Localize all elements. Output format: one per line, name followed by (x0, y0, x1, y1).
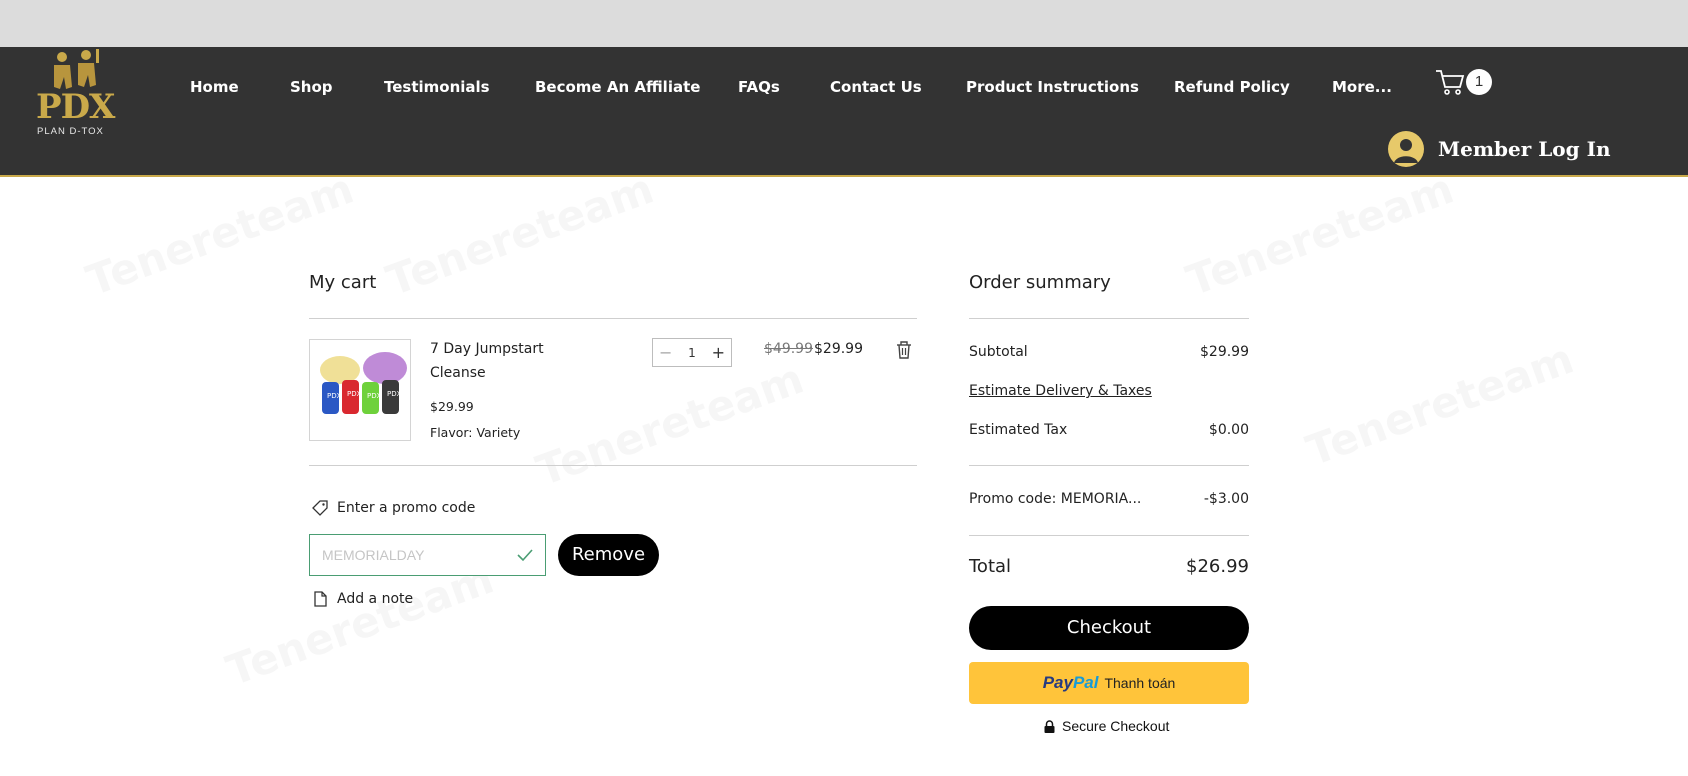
watermark: Tenereteam (1300, 334, 1580, 476)
quantity-value[interactable]: 1 (688, 346, 696, 360)
watermark: Tenereteam (380, 164, 660, 306)
svg-text:PDX: PDX (347, 390, 362, 398)
svg-text:PDX: PDX (327, 392, 342, 400)
svg-text:PDX: PDX (367, 392, 382, 400)
logo-text: PDX (36, 87, 115, 127)
add-note-link[interactable]: Add a note (337, 591, 413, 607)
applied-promo-label: Promo code: MEMORIA... (969, 491, 1142, 507)
paypal-label: Thanh toán (1104, 675, 1176, 691)
estimate-delivery-link[interactable]: Estimate Delivery & Taxes (969, 383, 1152, 399)
original-price: $49.99 (764, 341, 813, 357)
checkout-button[interactable]: Checkout (969, 606, 1249, 650)
nav-faqs[interactable]: FAQs (738, 78, 780, 96)
subtotal-label: Subtotal (969, 344, 1028, 360)
cart-title: My cart (309, 272, 377, 293)
nav-more[interactable]: More... (1332, 78, 1392, 96)
member-login[interactable]: Member Log In (1388, 131, 1610, 167)
plus-icon[interactable]: + (712, 343, 725, 362)
watermark: Tenereteam (1180, 164, 1460, 306)
site-header: PDX PLAN D-TOX Home Shop Testimonials Be… (0, 47, 1688, 177)
product-name-line1[interactable]: 7 Day Jumpstart (430, 341, 544, 357)
member-login-label: Member Log In (1438, 137, 1611, 161)
nav-contact-us[interactable]: Contact Us (830, 78, 922, 96)
estimated-tax-label: Estimated Tax (969, 422, 1068, 438)
nav-become-affiliate[interactable]: Become An Affiliate (535, 78, 700, 96)
avatar-icon (1388, 131, 1424, 167)
sale-price: $29.99 (814, 341, 863, 357)
total-value: $26.99 (1186, 556, 1249, 577)
paypal-button[interactable]: PayPal Thanh toán (969, 662, 1249, 704)
svg-text:PDX: PDX (387, 390, 402, 398)
product-option: Flavor: Variety (430, 425, 521, 440)
promo-code-value: MEMORIALDAY (322, 547, 425, 563)
nav-home[interactable]: Home (190, 78, 239, 96)
divider (309, 318, 917, 319)
logo-subtitle: PLAN D-TOX (37, 126, 104, 137)
subtotal-value: $29.99 (1200, 344, 1249, 360)
product-unit-price: $29.99 (430, 399, 474, 414)
note-icon[interactable] (314, 591, 327, 607)
nav-refund-policy[interactable]: Refund Policy (1174, 78, 1290, 96)
nav-shop[interactable]: Shop (290, 78, 333, 96)
cart-icon[interactable] (1435, 68, 1465, 96)
product-image[interactable]: PDX PDX PDX PDX (309, 339, 411, 441)
estimated-tax-value: $0.00 (1208, 422, 1249, 438)
promo-code-input[interactable]: MEMORIALDAY (309, 534, 546, 576)
divider (969, 318, 1249, 319)
remove-promo-button[interactable]: Remove (558, 534, 659, 576)
trash-icon[interactable] (895, 340, 913, 360)
order-summary-title: Order summary (969, 272, 1111, 293)
divider (309, 465, 917, 466)
watermark: Tenereteam (530, 354, 810, 496)
lock-icon (1044, 719, 1055, 733)
minus-icon[interactable]: − (659, 343, 672, 362)
check-icon (517, 549, 533, 562)
divider (969, 535, 1249, 536)
total-label: Total (969, 556, 1012, 577)
tag-icon[interactable] (312, 500, 328, 516)
nav-product-instructions[interactable]: Product Instructions (966, 78, 1139, 96)
top-strip (0, 0, 1688, 47)
promo-code-link[interactable]: Enter a promo code (337, 500, 475, 516)
divider (969, 465, 1249, 466)
applied-promo-value: -$3.00 (1203, 491, 1249, 507)
product-name-line2[interactable]: Cleanse (430, 365, 486, 381)
paypal-logo: PayPal (1042, 673, 1099, 692)
quantity-stepper: − 1 + (652, 338, 732, 367)
nav-testimonials[interactable]: Testimonials (384, 78, 490, 96)
secure-checkout-label: Secure Checkout (1062, 718, 1170, 734)
cart-count-badge[interactable]: 1 (1466, 69, 1492, 95)
secure-checkout: Secure Checkout (1044, 718, 1169, 734)
